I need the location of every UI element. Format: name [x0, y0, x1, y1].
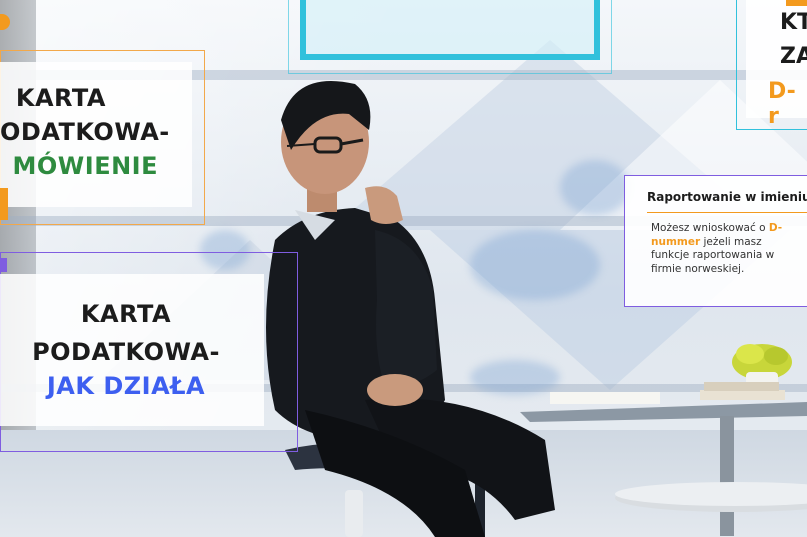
- purple-accent-bar: [0, 258, 7, 272]
- card-title-line: KARTA: [15, 84, 106, 112]
- chair-stand: [345, 490, 363, 537]
- card-title-line: KARTA: [80, 300, 172, 328]
- card-subtitle: D-r: [768, 79, 796, 129]
- card-title-line: ZA: [780, 44, 807, 69]
- card-description: Możesz wnioskować o D-nummer jeżeli masz…: [651, 222, 801, 276]
- card-title-line: KT: [780, 10, 807, 35]
- table-leg: [720, 416, 734, 536]
- orange-accent-bar: [786, 0, 807, 6]
- description-text: Możesz wnioskować o: [651, 222, 769, 234]
- card-title-line: ODATKOWA-: [0, 118, 170, 146]
- book: [700, 390, 785, 400]
- card-title: Raportowanie w imieniu: [647, 190, 807, 204]
- card-subtitle: MÓWIENIE: [12, 152, 158, 180]
- hand-chin: [365, 186, 403, 224]
- divider: [647, 212, 807, 213]
- orange-accent-bar: [0, 188, 8, 220]
- open-book: [550, 392, 660, 404]
- card-title-line: PODATKOWA-: [32, 338, 220, 366]
- book: [704, 382, 779, 391]
- card-reporting-on-behalf[interactable]: Raportowanie w imieniu Możesz wnioskować…: [624, 175, 807, 307]
- world-map-shape: [560, 160, 630, 215]
- window-frame: [300, 0, 600, 60]
- card-subtitle: JAK DZIAŁA: [46, 372, 206, 400]
- hand: [367, 374, 423, 406]
